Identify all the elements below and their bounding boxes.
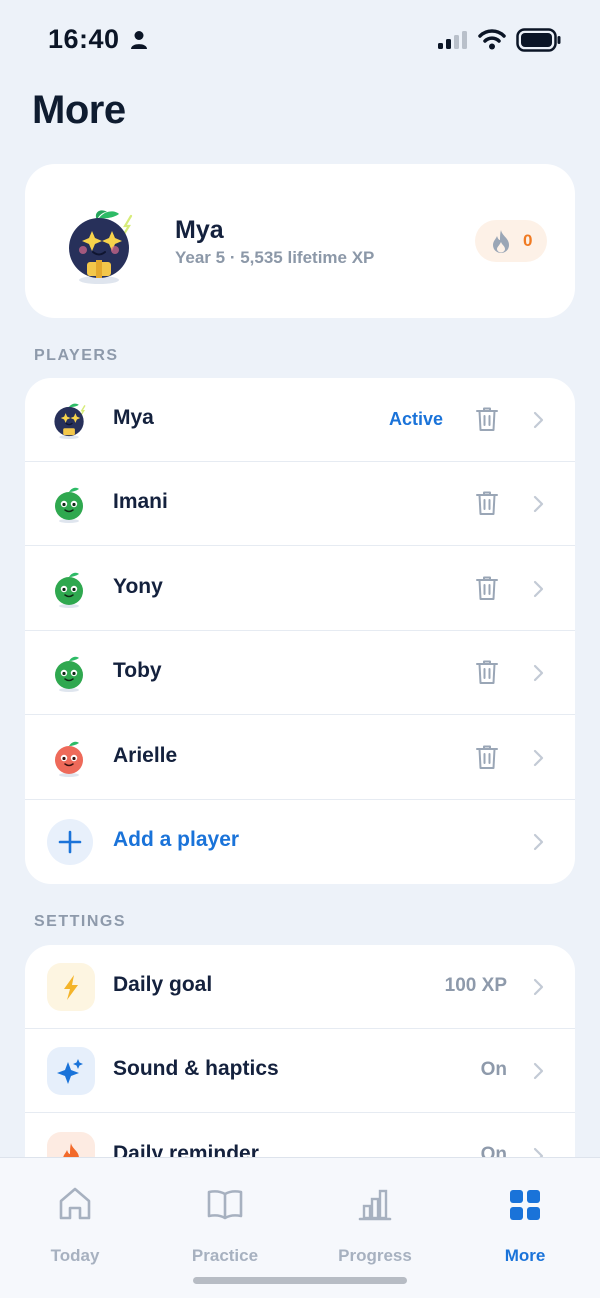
grid-icon	[510, 1190, 540, 1220]
tab-progress[interactable]: Progress	[300, 1180, 450, 1270]
cellular-signal-icon	[438, 31, 467, 49]
chevron-right-icon	[533, 580, 544, 598]
page-title: More	[32, 88, 126, 132]
home-indicator	[193, 1277, 407, 1284]
tab-today[interactable]: Today	[0, 1180, 150, 1270]
tab-label: Progress	[338, 1246, 412, 1265]
person-icon	[131, 31, 147, 49]
chevron-right-icon	[533, 411, 544, 429]
chevron-right-icon	[533, 495, 544, 513]
status-time: 16:40	[48, 24, 120, 54]
flame-icon	[493, 230, 509, 253]
tab-label: More	[504, 1246, 546, 1265]
player-name: Arielle	[113, 744, 178, 767]
setting-row-daily-goal[interactable]: Daily goal 100 XP	[25, 945, 575, 1029]
tab-practice[interactable]: Practice	[150, 1180, 300, 1270]
profile-subtitle: Year 5 · 5,535 lifetime XP	[175, 248, 375, 267]
chevron-right-icon	[533, 833, 544, 851]
green-mascot-icon	[55, 572, 83, 608]
chevron-right-icon	[533, 664, 544, 682]
chevron-right-icon	[533, 1062, 544, 1080]
setting-value: On	[480, 1059, 507, 1080]
setting-label: Sound & haptics	[113, 1057, 279, 1080]
chevron-right-icon	[533, 749, 544, 767]
sparkle-icon	[57, 1059, 83, 1084]
green-mascot-icon	[55, 487, 83, 523]
players-list: Mya Active Imani Yony Toby Arielle Add a…	[25, 378, 575, 884]
navy-starry-eyed-mascot-icon	[54, 403, 86, 440]
setting-label: Daily goal	[113, 973, 213, 996]
trash-icon[interactable]	[475, 659, 499, 685]
profile-card[interactable]: Mya Year 5 · 5,535 lifetime XP 0	[25, 164, 575, 318]
daily-goal-icon-tile	[47, 963, 95, 1011]
divider	[25, 545, 575, 546]
tab-more[interactable]: More	[450, 1180, 600, 1270]
settings-section-label: SETTINGS	[34, 913, 127, 930]
profile-name: Mya	[175, 216, 224, 244]
setting-value: 100 XP	[444, 975, 507, 996]
add-player-label: Add a player	[113, 828, 240, 851]
green-mascot-icon	[55, 656, 83, 692]
player-name: Mya	[113, 406, 154, 429]
navy-starry-eyed-mascot-icon	[69, 210, 133, 284]
tab-label: Practice	[191, 1246, 259, 1265]
home-icon	[59, 1187, 91, 1220]
player-row-yony[interactable]: Yony	[25, 547, 575, 631]
player-row-imani[interactable]: Imani	[25, 462, 575, 546]
player-name: Imani	[113, 490, 168, 513]
active-badge: Active	[389, 409, 444, 429]
trash-icon[interactable]	[475, 744, 499, 770]
divider	[25, 1112, 575, 1113]
sound-icon-tile	[47, 1047, 95, 1095]
red-mascot-icon	[55, 741, 83, 777]
player-row-toby[interactable]: Toby	[25, 631, 575, 715]
wifi-icon	[478, 29, 506, 50]
trash-icon[interactable]	[475, 575, 499, 601]
trash-icon[interactable]	[475, 490, 499, 516]
player-name: Yony	[113, 575, 163, 598]
battery-icon	[516, 28, 561, 52]
streak-count: 0	[523, 231, 533, 250]
chevron-right-icon	[533, 978, 544, 996]
status-bar: 16:40	[0, 0, 600, 80]
player-row-mya[interactable]: Mya Active	[25, 378, 575, 462]
book-icon	[207, 1190, 243, 1220]
players-section-label: PLAYERS	[34, 347, 119, 364]
add-player-button[interactable]: Add a player	[25, 800, 575, 884]
setting-row-sound-haptics[interactable]: Sound & haptics On	[25, 1029, 575, 1113]
trash-icon[interactable]	[475, 406, 499, 432]
tab-label: Today	[50, 1246, 100, 1265]
divider	[25, 714, 575, 715]
player-name: Toby	[113, 659, 162, 682]
bar-chart-icon	[358, 1189, 392, 1221]
lightning-icon	[64, 975, 78, 1000]
plus-icon	[47, 819, 93, 865]
player-row-arielle[interactable]: Arielle	[25, 716, 575, 800]
streak-badge[interactable]: 0	[475, 220, 547, 262]
